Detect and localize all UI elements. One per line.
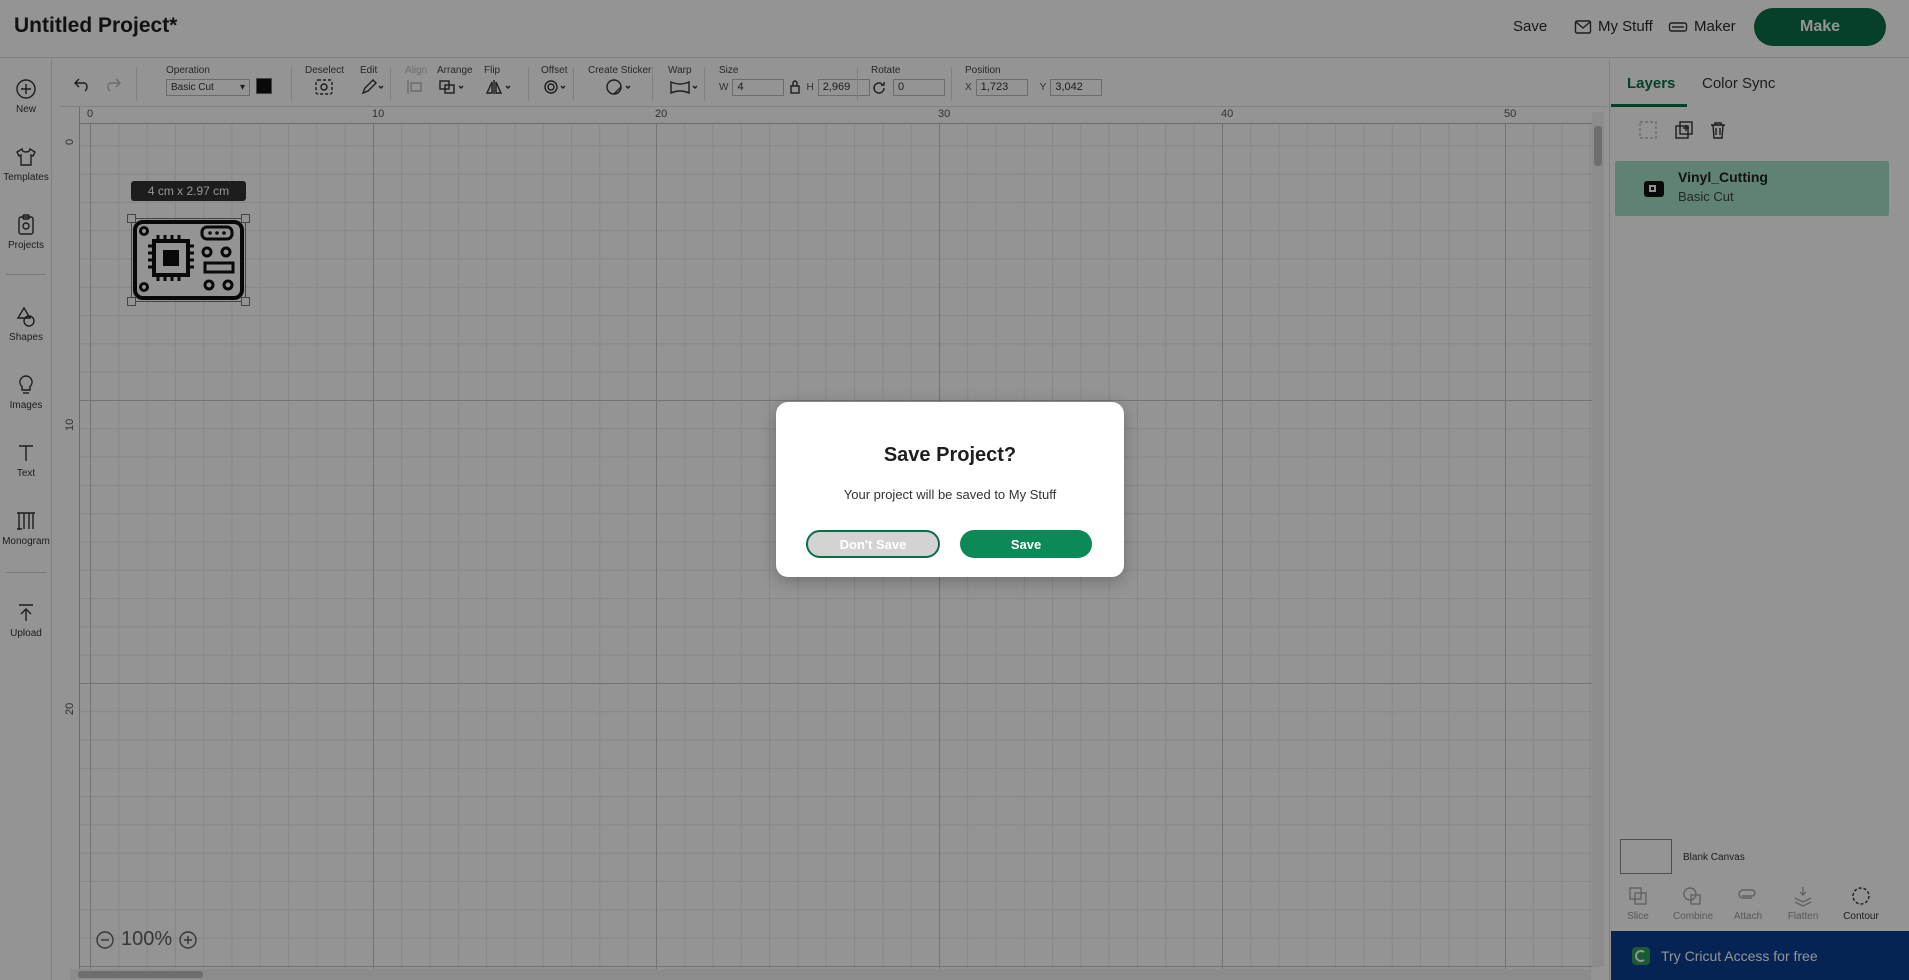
save-project-dialog: Save Project? Your project will be saved… (776, 402, 1124, 577)
dont-save-button[interactable]: Don't Save (806, 530, 940, 558)
dialog-message: Your project will be saved to My Stuff (843, 487, 1057, 502)
dialog-title: Save Project? (883, 444, 1017, 466)
save-button[interactable]: Save (960, 530, 1092, 558)
